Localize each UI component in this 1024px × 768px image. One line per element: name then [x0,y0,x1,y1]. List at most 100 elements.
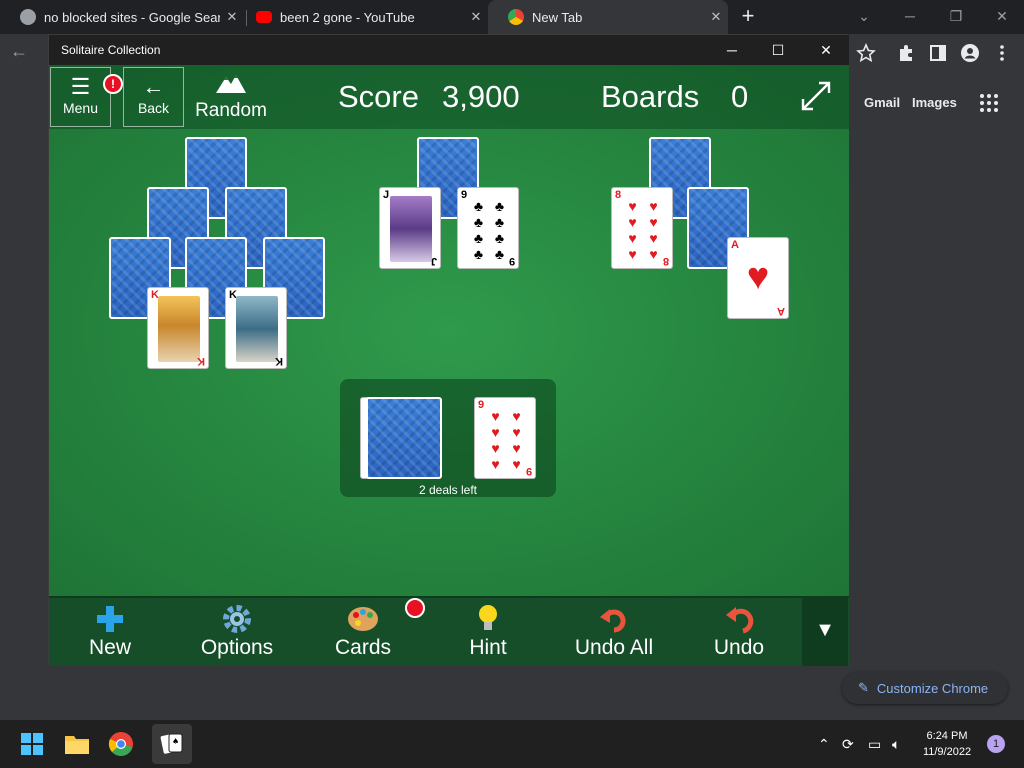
back-button[interactable]: ← Back [123,67,184,127]
card-eight-hearts[interactable]: 8 ♥ ♥ ♥ ♥ ♥ ♥ ♥ ♥ 8 [611,187,673,269]
stock-pile[interactable] [366,397,442,479]
images-link[interactable]: Images [912,95,957,110]
stock-waste-panel: 9 ♥ ♥ ♥ ♥ ♥ ♥ ♥ ♥ 9 2 deals left [340,379,556,497]
star-icon[interactable] [856,43,876,63]
side-panel-icon[interactable] [928,43,948,63]
kebab-menu-icon[interactable] [992,43,1012,63]
card-jack-spades[interactable]: J J [379,187,441,269]
heart-pips: ♥ ♥ ♥ ♥ ♥ ♥ ♥ ♥ [628,198,658,262]
folder-icon [65,736,89,754]
card-nine-hearts[interactable]: 9 ♥ ♥ ♥ ♥ ♥ ♥ ♥ ♥ 9 [474,397,536,479]
new-tab-button[interactable]: + [736,4,760,28]
undo-label: Undo [713,636,765,659]
extensions-icon[interactable] [896,43,916,63]
window-title: Solitaire Collection [61,43,161,57]
close-icon[interactable]: ✕ [704,9,728,25]
minimize-button[interactable]: ─ [709,39,755,61]
club-pips: ♣ ♣ ♣ ♣ ♣ ♣ ♣ ♣ [473,198,505,262]
volume-icon[interactable]: 🔈︎ [892,736,900,753]
windows-taskbar: ♠ ⌃ ⟳ ▭ 🔈︎ 6:24 PM 11/9/2022 1 [0,720,1024,768]
maximize-button[interactable]: ☐ [755,39,801,61]
undo-button[interactable]: Undo [684,602,794,660]
undo-all-icon [600,609,626,633]
card-nine-clubs[interactable]: 9 ♣ ♣ ♣ ♣ ♣ ♣ ♣ ♣ 9 [457,187,519,269]
fullscreen-icon[interactable] [799,79,833,113]
card-rank: 8 [662,255,669,267]
solitaire-cards-icon: ♠ [160,733,183,754]
system-clock[interactable]: 6:24 PM 11/9/2022 [912,728,982,760]
mode-indicator: Random [191,71,271,122]
file-explorer-button[interactable] [61,728,93,760]
gear-icon [223,605,251,633]
clock-date: 11/9/2022 [922,746,972,758]
mode-label: Random [195,100,267,121]
chrome-taskbar-button[interactable] [105,728,137,760]
hint-label: Hint [469,636,507,659]
profile-icon[interactable] [960,43,980,63]
heart-icon: ♥ [746,256,770,298]
command-bar: New Options Cards Hint Undo All Undo ▼ [49,596,849,666]
card-rank: J [430,255,437,267]
new-game-button[interactable]: New [55,602,165,660]
king-portrait [236,296,278,362]
king-portrait [158,296,200,362]
start-button[interactable] [16,728,48,760]
menu-label: Menu [62,100,99,116]
customize-label: Customize Chrome [876,680,989,696]
undo-all-button[interactable]: Undo All [559,602,669,660]
hint-button[interactable]: Hint [433,602,543,660]
gmail-link[interactable]: Gmail [864,95,900,110]
apps-grid-icon[interactable] [980,94,998,112]
card-rank: 9 [461,189,468,201]
pencil-icon: ✎ [858,680,869,695]
tab-google-search[interactable]: no blocked sites - Google Search ✕ [0,0,244,34]
back-arrow-icon[interactable]: ← [10,41,28,62]
restore-icon[interactable]: ❐ [936,4,976,28]
plus-icon [97,606,123,632]
card-rank: A [777,305,785,317]
card-king-spades[interactable]: K K [225,287,287,369]
lightbulb-icon [479,605,497,630]
network-icon[interactable]: ▭ [868,736,881,753]
options-button[interactable]: Options [182,602,292,660]
hamburger-icon: ☰ [70,74,91,99]
undo-all-label: Undo All [574,636,654,659]
youtube-icon [256,11,272,23]
card-rank: K [275,355,283,367]
notification-badge[interactable]: 1 [987,735,1005,753]
card-rank: 8 [615,189,622,201]
customize-chrome-button[interactable]: ✎ Customize Chrome [842,672,1008,704]
close-icon[interactable]: ✕ [464,9,488,25]
boards-value: 0 [731,79,749,114]
card-king-diamonds[interactable]: K K [147,287,209,369]
score-bar: ☰ Menu ! ← Back Random Score 3,900 Board… [49,65,849,129]
cards-label: Cards [334,636,392,659]
options-label: Options [200,636,274,659]
chevron-up-icon[interactable]: ⌃ [818,736,830,753]
card-rank: A [731,239,739,251]
menu-button[interactable]: ☰ Menu ! [50,67,123,127]
tab-search-icon[interactable]: ⌄ [844,4,884,28]
more-chevron-icon[interactable]: ▼ [802,598,848,666]
card-ace-hearts[interactable]: A ♥ A [727,237,789,319]
game-board: ☰ Menu ! ← Back Random Score 3,900 Board… [49,65,849,596]
chrome-icon [108,732,133,756]
undo-icon [726,607,754,634]
tab-title: been 2 gone - YouTube [280,9,415,25]
notification-dot [405,598,425,618]
globe-icon [20,9,36,25]
deals-left-label: 2 deals left [418,483,478,497]
windows-logo-icon [21,733,43,755]
back-arrow-icon: ← [142,74,165,99]
minimize-icon[interactable]: ─ [890,4,930,28]
tab-new-tab[interactable]: New Tab ✕ [488,0,728,34]
sync-icon[interactable]: ⟳ [842,736,854,753]
solitaire-taskbar-button[interactable]: ♠ [156,728,188,760]
chrome-icon [508,9,524,25]
tab-youtube[interactable]: been 2 gone - YouTube ✕ [236,0,488,34]
cards-button[interactable]: Cards [308,602,418,660]
close-button[interactable]: ✕ [803,39,849,61]
close-window-icon[interactable]: ✕ [982,4,1022,28]
heart-pips: ♥ ♥ ♥ ♥ ♥ ♥ ♥ ♥ [491,408,521,472]
back-label: Back [137,100,170,116]
